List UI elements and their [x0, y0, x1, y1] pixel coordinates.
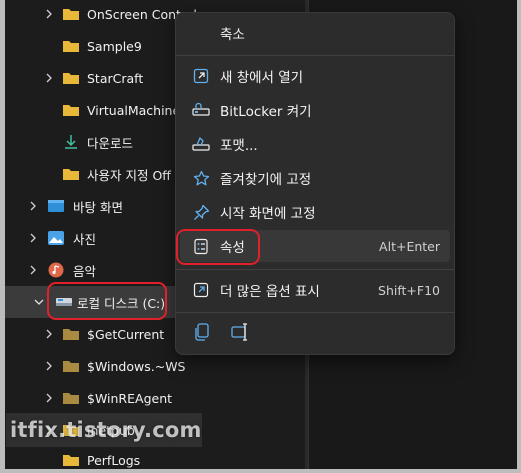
menu-item-bitlocker[interactable]: BitLocker 켜기	[180, 94, 450, 126]
menu-item-shortcut: Alt+Enter	[379, 238, 440, 254]
pin-icon	[192, 203, 210, 221]
menu-item-label: 포맷...	[220, 138, 258, 154]
tree-item-label: 사진	[73, 231, 97, 247]
folder-icon	[63, 41, 79, 52]
more-options-icon	[192, 281, 210, 299]
tree-item-winreagent[interactable]: $WinREAgent	[5, 382, 305, 414]
tree-item-label: 다운로드	[87, 135, 134, 151]
folder-icon	[63, 169, 79, 180]
tree-item-label: $GetCurrent	[87, 326, 165, 342]
context-menu: 축소 새 창에서 열기 BitLocker 켜기 포맷... 즐겨찾기에 고정 …	[175, 12, 455, 355]
chevron-right-icon[interactable]	[43, 328, 55, 340]
menu-item-pin-favorites[interactable]: 즐겨찾기에 고정	[180, 162, 450, 194]
folder-icon	[63, 105, 79, 116]
menu-item-collapse[interactable]: 축소	[180, 17, 450, 49]
bitlocker-icon	[192, 101, 210, 119]
chevron-right-icon[interactable]	[43, 72, 55, 84]
folder-icon	[63, 361, 79, 372]
menu-item-pin-start[interactable]: 시작 화면에 고정	[180, 196, 450, 228]
folder-icon	[63, 73, 79, 84]
tree-item-label: StarCraft	[87, 70, 144, 86]
chevron-right-icon[interactable]	[27, 264, 39, 276]
tree-item-perflogs[interactable]: PerfLogs	[5, 444, 305, 469]
tree-item-label: 음악	[73, 263, 97, 279]
folder-icon	[63, 9, 79, 20]
watermark-text: itfix.tistory.com	[10, 418, 202, 442]
pictures-icon	[48, 231, 64, 245]
highlight-box-drive	[47, 282, 167, 320]
star-icon	[192, 169, 210, 187]
menu-item-format[interactable]: 포맷...	[180, 128, 450, 160]
tree-item-label: 바탕 화면	[73, 199, 123, 215]
chevron-right-icon[interactable]	[43, 360, 55, 372]
menu-item-label: 시작 화면에 고정	[220, 206, 316, 222]
menu-item-label: 즐겨찾기에 고정	[220, 172, 312, 188]
open-new-window-icon	[192, 67, 210, 85]
chevron-right-icon[interactable]	[43, 8, 55, 20]
menu-item-label: 축소	[220, 27, 245, 43]
tree-item-label: VirtualMachine	[87, 102, 181, 118]
tree-item-label: Sample9	[87, 38, 142, 54]
menu-item-open-new-window[interactable]: 새 창에서 열기	[180, 60, 450, 92]
music-icon	[48, 262, 64, 278]
chevron-right-icon[interactable]	[43, 392, 55, 404]
menu-separator	[176, 55, 454, 56]
download-icon	[65, 135, 77, 149]
menu-item-label: 새 창에서 열기	[220, 70, 304, 86]
menu-separator	[176, 312, 454, 313]
menu-item-label: BitLocker 켜기	[220, 104, 312, 120]
format-icon	[192, 135, 210, 153]
chevron-right-icon[interactable]	[27, 200, 39, 212]
rename-icon[interactable]	[230, 322, 250, 342]
menu-item-more-options[interactable]: 더 많은 옵션 표시 Shift+F10	[180, 274, 450, 306]
desktop-icon	[48, 200, 64, 212]
menu-item-label: 더 많은 옵션 표시	[220, 284, 320, 300]
chevron-right-icon[interactable]	[27, 232, 39, 244]
folder-icon	[63, 455, 79, 466]
tree-item-label: PerfLogs	[87, 452, 141, 468]
copy-icon[interactable]	[192, 322, 212, 342]
explorer-window: OnScreen Control Sample9 StarCraft Virtu…	[5, 0, 517, 469]
tree-item-label: 사용자 지정 Off	[87, 167, 171, 183]
tree-item-label: $WinREAgent	[87, 390, 173, 406]
tree-item-label: $Windows.~WS	[87, 358, 186, 374]
menu-quick-actions	[180, 315, 450, 347]
menu-separator	[176, 269, 454, 270]
chevron-down-icon[interactable]	[33, 296, 45, 308]
folder-icon	[63, 329, 79, 340]
menu-item-shortcut: Shift+F10	[378, 282, 440, 298]
folder-icon	[63, 393, 79, 404]
highlight-box-properties	[176, 229, 260, 265]
